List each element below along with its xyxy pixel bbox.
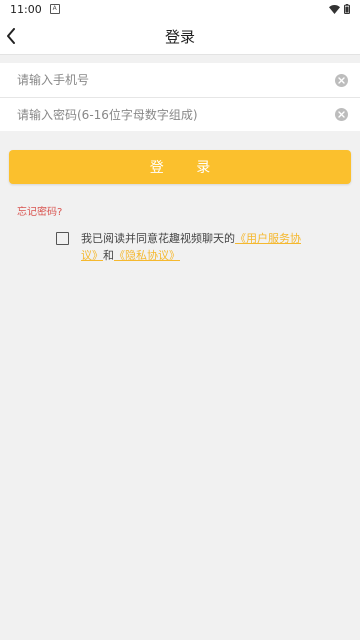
status-right — [329, 4, 350, 14]
phone-field — [0, 63, 360, 97]
app-bar: 登录 — [0, 18, 360, 55]
privacy-policy-link[interactable]: 《隐私协议》 — [114, 249, 180, 262]
a-notification-icon: A — [49, 4, 60, 14]
battery-icon — [344, 4, 350, 14]
x-mark-icon — [338, 111, 345, 118]
agreement-row: 我已阅读并同意花趣视频聊天的《用户服务协议》和《隐私协议》 — [56, 230, 306, 264]
phone-input[interactable] — [17, 73, 335, 87]
clear-circle-icon[interactable] — [335, 73, 348, 87]
agreement-conjunction: 和 — [103, 249, 114, 262]
status-time: 11:00 — [10, 2, 42, 16]
login-form — [0, 63, 360, 131]
agreement-prefix: 我已阅读并同意花趣视频聊天的 — [81, 232, 235, 245]
x-mark-icon — [338, 76, 345, 84]
back-button[interactable] — [0, 18, 22, 54]
status-left: 11:00 A — [10, 3, 60, 16]
login-button[interactable]: 登 录 — [9, 150, 351, 184]
wifi-icon — [329, 4, 340, 14]
agreement-text: 我已阅读并同意花趣视频聊天的《用户服务协议》和《隐私协议》 — [81, 230, 305, 264]
clear-circle-icon[interactable] — [335, 108, 348, 121]
forgot-password-link[interactable]: 忘记密码? — [17, 203, 62, 218]
agreement-checkbox[interactable] — [56, 232, 69, 245]
chevron-left-icon — [7, 28, 15, 44]
password-input[interactable] — [17, 107, 335, 122]
password-field — [0, 97, 360, 131]
status-bar: 11:00 A — [0, 0, 360, 18]
page-title: 登录 — [164, 27, 195, 46]
